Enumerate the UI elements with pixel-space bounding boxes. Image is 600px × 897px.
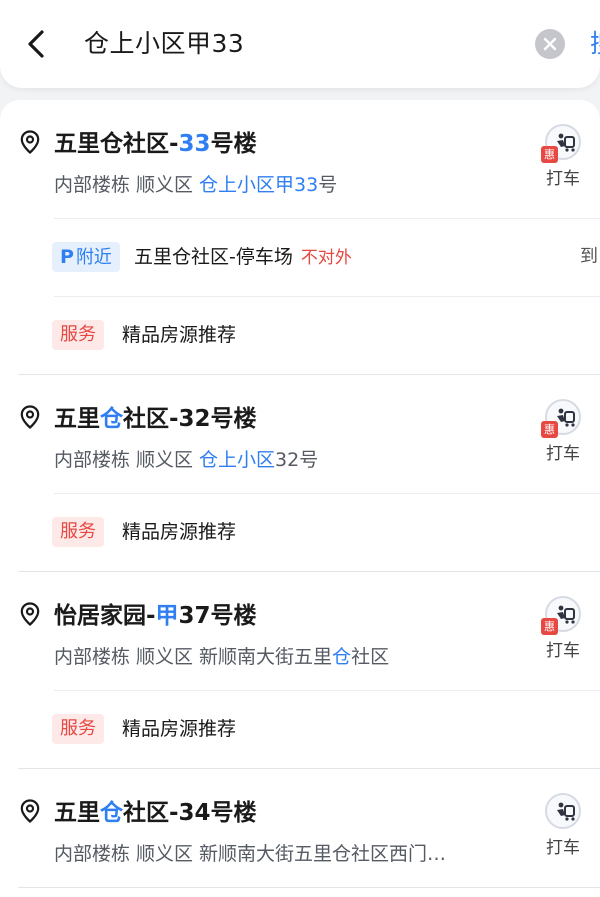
address-part: 仓 [332,646,352,668]
result-district: 顺义区 [136,843,194,865]
divider [54,493,600,494]
service-tag: 服务 [52,320,104,350]
result-item[interactable]: 五里仓社区-34号楼内部楼栋 顺义区 新顺南大街五里仓社区西门… 打车 [0,769,600,887]
taxi-button[interactable]: 惠打车 [540,596,586,661]
title-part: 社区-32号楼 [123,406,257,432]
result-item[interactable]: 五里仓社区-33号楼 内部楼栋 顺义区 仓上小区甲33号惠打车 P 附近 五里仓社区-停车场… [0,100,600,374]
location-pin-icon [20,405,40,433]
divider [54,218,600,219]
result-main-row[interactable]: 五里仓社区-32号楼内部楼栋 顺义区 仓上小区32号 惠打车 [0,375,600,493]
address-part: 社区 [351,646,390,668]
service-tag: 服务 [52,517,104,547]
taxi-icon: 惠 [541,596,581,635]
result-address: 仓上小区甲33号 [199,174,337,196]
service-row[interactable]: 服务 精品房源推荐 [0,690,600,768]
result-district: 顺义区 [136,646,194,668]
address-part: 号 [318,174,338,196]
parking-name-text: 五里仓社区-停车场 [134,246,293,268]
search-input[interactable]: 仓上小区甲33 [84,24,244,64]
taxi-icon [545,793,581,829]
search-bar: 仓上小区甲33 搜 [0,0,600,88]
title-part: 号楼 [210,131,257,157]
close-icon [543,37,557,51]
title-part: 甲 [155,603,179,629]
results-list: 五里仓社区-33号楼 内部楼栋 顺义区 仓上小区甲33号惠打车 P 附近 五里仓社区-停车场… [0,100,600,897]
divider [54,690,600,691]
result-title: 怡居家园-甲37号楼 [54,596,257,630]
service-row[interactable]: 服务 精品房源推荐 [0,296,600,374]
result-subtitle: 内部楼栋 顺义区 新顺南大街五里仓社区 [54,642,389,669]
result-main-row[interactable]: 五里仓社区-34号楼内部楼栋 顺义区 新顺南大街五里仓社区西门… 打车 [0,769,600,887]
title-part: 五里 [54,800,100,826]
location-pin-icon [20,130,40,158]
location-pin-icon [20,799,40,827]
parking-p-icon: P [60,246,74,268]
go-here-button[interactable]: 到 [580,242,600,272]
group-divider [18,887,600,888]
taxi-button[interactable]: 惠打车 [540,124,586,189]
discount-badge: 惠 [541,618,558,635]
location-pin-icon [20,602,40,630]
title-part: 仓 [100,800,123,826]
title-part: 五里 [54,406,100,432]
service-tag: 服务 [52,714,104,744]
result-title: 五里仓社区-32号楼 [54,399,257,433]
result-address: 新顺南大街五里仓社区西门… [199,843,446,865]
address-part: 新顺南大街五里 [199,646,333,668]
divider [54,296,600,297]
taxi-icon: 惠 [541,124,581,163]
result-type: 内部楼栋 [54,843,131,865]
discount-badge: 惠 [541,146,558,163]
taxi-label: 打车 [546,169,580,189]
result-title: 五里仓社区-34号楼 [54,793,257,827]
taxi-label: 打车 [546,641,580,661]
taxi-button[interactable]: 惠打车 [540,399,586,464]
result-main-row[interactable]: 怡居家园-甲37号楼内部楼栋 顺义区 新顺南大街五里仓社区 惠打车 [0,572,600,690]
result-item[interactable]: 五里仓社区-32号楼内部楼栋 顺义区 仓上小区32号 惠打车服务 精品房源推荐 [0,375,600,571]
result-item[interactable]: 怡居家园-甲37号楼内部楼栋 顺义区 新顺南大街五里仓社区 惠打车服务 精品房源推荐 [0,572,600,768]
taxi-button[interactable]: 打车 [540,793,586,858]
title-part: 怡居家园- [54,603,156,629]
result-title: 五里仓社区-33号楼 [54,124,257,158]
result-district: 顺义区 [136,449,194,471]
back-button[interactable] [18,24,58,64]
taxi-icon: 惠 [541,399,581,438]
taxi-label: 打车 [546,444,580,464]
title-part: 37号楼 [178,603,257,629]
taxi-label: 打车 [546,838,580,858]
result-subtitle: 内部楼栋 顺义区 新顺南大街五里仓社区西门… [54,839,446,866]
result-type: 内部楼栋 [54,174,131,196]
chevron-left-icon [28,30,44,58]
result-district: 顺义区 [136,174,194,196]
service-row[interactable]: 服务 精品房源推荐 [0,493,600,571]
result-type: 内部楼栋 [54,646,131,668]
parking-status: 不对外 [300,248,352,268]
title-part: 社区-34号楼 [123,800,257,826]
address-part: 新顺南大街五里仓社区西门… [199,843,447,865]
result-main-row[interactable]: 五里仓社区-33号楼内部楼栋 顺义区 仓上小区甲33号 惠打车 [0,100,600,218]
service-text: 精品房源推荐 [122,324,237,346]
discount-badge: 惠 [541,421,558,438]
address-part: 32号 [275,449,319,471]
result-subtitle: 内部楼栋 顺义区 仓上小区甲33号 [54,170,337,197]
title-part: 33 [178,131,211,157]
result-type: 内部楼栋 [54,449,131,471]
search-action-button[interactable]: 搜 [590,24,600,64]
parking-tag-label: 附近 [75,247,112,268]
title-part: 仓 [100,406,123,432]
parking-row[interactable]: P 附近 五里仓社区-停车场 不对外到 [0,218,600,296]
parking-tag: P 附近 [52,242,120,272]
result-address: 仓上小区32号 [199,449,318,471]
clear-search-button[interactable] [535,29,565,59]
parking-name: 五里仓社区-停车场 不对外 [134,242,352,273]
address-part: 仓上小区甲33 [199,174,319,196]
result-subtitle: 内部楼栋 顺义区 仓上小区32号 [54,445,318,472]
title-part: 五里仓社区- [54,131,179,157]
address-part: 仓上小区 [199,449,276,471]
service-text: 精品房源推荐 [122,521,237,543]
result-address: 新顺南大街五里仓社区 [199,646,389,668]
service-text: 精品房源推荐 [122,718,237,740]
